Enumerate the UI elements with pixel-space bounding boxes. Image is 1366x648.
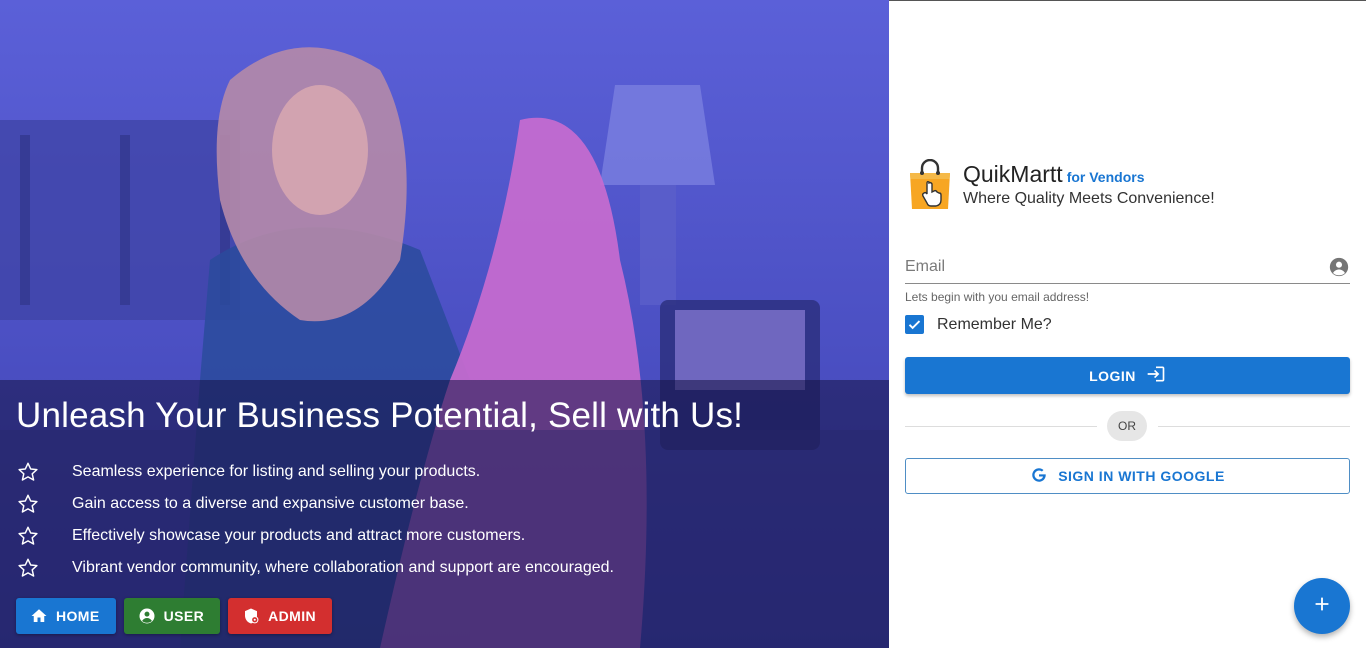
admin-button[interactable]: ADMIN [228, 598, 332, 634]
feature-item: Vibrant vendor community, where collabor… [16, 552, 876, 584]
google-button-label: SIGN IN WITH GOOGLE [1058, 468, 1225, 484]
user-button[interactable]: USER [123, 598, 221, 634]
email-hint: Lets begin with you email address! [905, 290, 1090, 304]
shopping-bag-hand-icon [907, 158, 953, 211]
feature-text: Gain access to a diverse and expansive c… [72, 495, 469, 512]
login-panel: QuikMartt for Vendors Where Quality Meets… [889, 0, 1366, 648]
divider-line [1158, 426, 1350, 427]
home-icon [30, 607, 48, 625]
star-outline-icon [16, 460, 40, 484]
role-button-group: HOME USER ADMIN [16, 598, 332, 634]
login-icon [1146, 364, 1166, 387]
home-button[interactable]: HOME [16, 598, 116, 634]
remember-me-row: Remember Me? [905, 315, 1052, 334]
login-button[interactable]: LOGIN [905, 357, 1350, 394]
google-icon [1030, 466, 1048, 487]
login-button-label: LOGIN [1089, 367, 1136, 384]
feature-item: Effectively showcase your products and a… [16, 520, 876, 552]
remember-me-label: Remember Me? [937, 315, 1052, 333]
home-button-label: HOME [56, 608, 100, 624]
admin-shield-icon [242, 607, 260, 625]
hero-section: Unleash Your Business Potential, Sell wi… [0, 0, 889, 648]
hero-title: Unleash Your Business Potential, Sell wi… [16, 396, 744, 435]
brand-title: QuikMartt [963, 161, 1063, 187]
add-fab-button[interactable] [1294, 578, 1350, 634]
star-outline-icon [16, 556, 40, 580]
star-outline-icon [16, 492, 40, 516]
or-chip: OR [1107, 411, 1147, 441]
brand-text: QuikMartt for Vendors Where Quality Meets… [963, 159, 1215, 208]
account-circle-icon [138, 607, 156, 625]
user-button-label: USER [163, 608, 205, 624]
remember-me-checkbox[interactable] [905, 315, 924, 334]
or-divider: OR [905, 411, 1350, 441]
feature-text: Effectively showcase your products and a… [72, 527, 526, 544]
feature-item: Seamless experience for listing and sell… [16, 456, 876, 488]
email-input[interactable] [905, 258, 1328, 276]
brand-header: QuikMartt for Vendors Where Quality Meets… [907, 158, 1215, 211]
google-signin-button[interactable]: SIGN IN WITH GOOGLE [905, 458, 1350, 494]
brand-name: QuikMartt for Vendors [963, 161, 1215, 188]
feature-list: Seamless experience for listing and sell… [16, 456, 876, 584]
account-circle-icon [1328, 256, 1350, 278]
email-field-group: Lets begin with you email address! [905, 251, 1350, 304]
divider-line [905, 426, 1097, 427]
feature-text: Seamless experience for listing and sell… [72, 463, 481, 480]
email-field [905, 251, 1350, 284]
star-outline-icon [16, 524, 40, 548]
plus-icon [1311, 593, 1333, 620]
feature-text: Vibrant vendor community, where collabor… [72, 559, 614, 576]
brand-suffix: for Vendors [1066, 169, 1145, 185]
feature-item: Gain access to a diverse and expansive c… [16, 488, 876, 520]
brand-tagline: Where Quality Meets Convenience! [963, 190, 1215, 207]
admin-button-label: ADMIN [268, 608, 316, 624]
